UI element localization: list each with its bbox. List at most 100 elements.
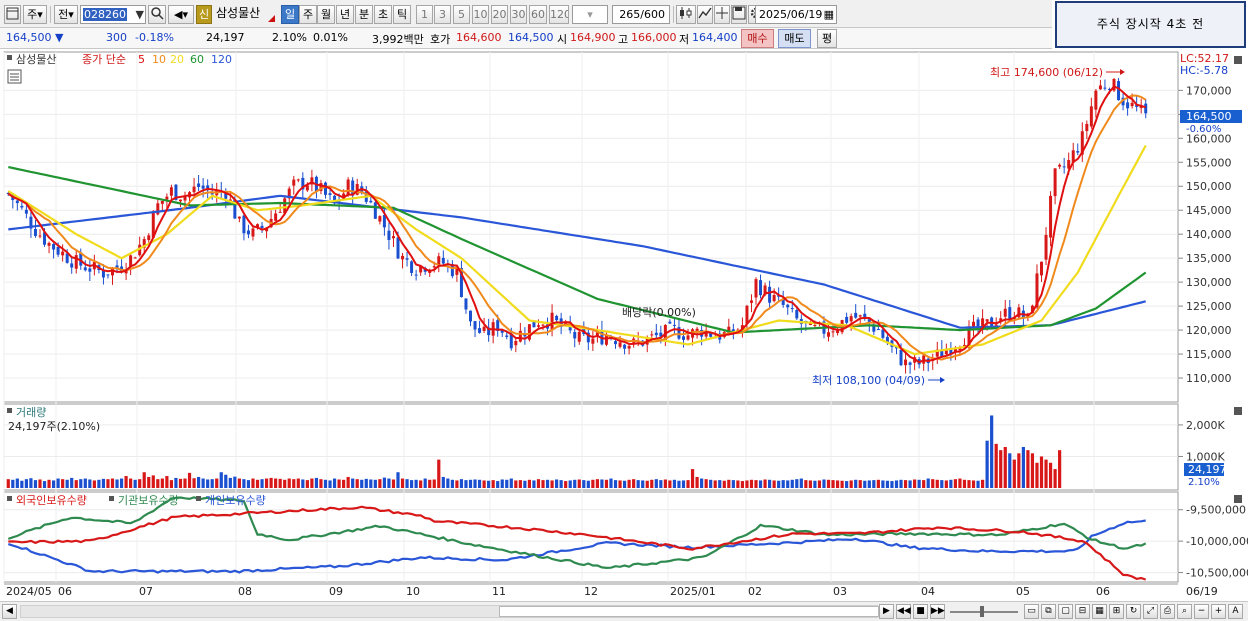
- close-panel-icon[interactable]: [1234, 56, 1242, 64]
- panel-handle-icon[interactable]: [7, 408, 12, 413]
- volume-bar: [949, 479, 953, 488]
- turnover-rate: 0.01%: [313, 31, 348, 44]
- panel-handle-icon[interactable]: [7, 55, 12, 60]
- volume-panel-subtitle: 24,197주(2.10%): [8, 420, 100, 433]
- chart-tool-icon[interactable]: [697, 5, 713, 24]
- x-tick-label: 11: [492, 585, 506, 598]
- count-input[interactable]: 265/600: [612, 5, 670, 24]
- copy-icon[interactable]: ⧉: [1041, 604, 1056, 619]
- date-input[interactable]: 2025/06/19 ▦: [755, 5, 837, 24]
- volume-bar: [482, 480, 486, 488]
- stock-chart[interactable]: 170,000165,000160,000155,000150,000145,0…: [0, 50, 1248, 601]
- interval-button-1[interactable]: 3: [434, 5, 451, 24]
- buy-button[interactable]: 매수: [741, 29, 774, 48]
- ma-legend-item[interactable]: 120: [211, 53, 232, 66]
- expand-icon[interactable]: ⤢: [1143, 604, 1158, 619]
- interval-button-4[interactable]: 20: [491, 5, 508, 24]
- interval-button-0[interactable]: 1: [416, 5, 433, 24]
- market-select[interactable]: 주▾: [23, 5, 47, 24]
- volume-bar: [700, 478, 704, 488]
- interval-button-6[interactable]: 60: [529, 5, 547, 24]
- volume-bar: [219, 472, 223, 488]
- period-tab-3[interactable]: 년: [336, 5, 354, 24]
- volume-bar: [872, 480, 876, 488]
- period-tab-1[interactable]: 주: [299, 5, 317, 24]
- scroll-left-icon[interactable]: ◀: [2, 604, 17, 619]
- chart-area[interactable]: 170,000165,000160,000155,000150,000145,0…: [0, 50, 1248, 601]
- font-size-icon[interactable]: A: [1228, 604, 1243, 619]
- dropdown-arrow-icon[interactable]: ▼: [136, 6, 144, 23]
- prev-select[interactable]: 전▾: [54, 5, 78, 24]
- holding-legend-item[interactable]: 외국인보유수량: [16, 494, 87, 507]
- zoom-search-icon[interactable]: ⌕: [1177, 604, 1192, 619]
- high-note-text: 최고 174,600 (06/12): [990, 66, 1103, 79]
- volume-bar: [500, 479, 504, 488]
- zoom-in-icon[interactable]: +: [1211, 604, 1226, 619]
- volume-bar: [953, 479, 958, 488]
- interval-button-3[interactable]: 10: [472, 5, 489, 24]
- zoom-slider-handle[interactable]: [980, 606, 984, 617]
- volume-bar: [459, 479, 464, 488]
- split-icon[interactable]: ⊟: [1075, 604, 1090, 619]
- volume-bar: [1035, 462, 1039, 488]
- interval-select[interactable]: ▾: [572, 5, 608, 24]
- save-icon[interactable]: [731, 5, 747, 24]
- zoom-slider[interactable]: [950, 606, 1018, 617]
- volume-bar: [559, 480, 563, 488]
- volume-bar: [405, 479, 409, 488]
- play-icon[interactable]: ▶▶: [930, 604, 945, 619]
- grid-icon[interactable]: ▦: [1092, 604, 1107, 619]
- calendar-icon[interactable]: ▦: [824, 6, 834, 23]
- holding-legend-item[interactable]: 기관보유수량: [118, 494, 179, 507]
- candle-type-icon[interactable]: [676, 5, 696, 24]
- scroll-thumb[interactable]: [499, 606, 879, 617]
- print-icon[interactable]: ⎙: [1160, 604, 1175, 619]
- period-tab-5[interactable]: 초: [374, 5, 392, 24]
- holding-y-tick: -10,500,000: [1186, 567, 1248, 580]
- window-icon[interactable]: ▢: [1058, 604, 1073, 619]
- volume-bar: [976, 480, 980, 488]
- interval-button-2[interactable]: 5: [453, 5, 470, 24]
- window-menu-icon[interactable]: [4, 5, 21, 24]
- trade-volume: 24,197: [206, 31, 245, 44]
- crosshair-icon[interactable]: [714, 5, 730, 24]
- ma-legend-item[interactable]: 10: [152, 53, 166, 66]
- period-tab-2[interactable]: 월: [317, 5, 335, 24]
- layout-icon[interactable]: ▭: [1024, 604, 1039, 619]
- volume-bar: [962, 479, 967, 488]
- sound-icon[interactable]: ◀▾: [168, 5, 194, 24]
- scroll-track[interactable]: [20, 605, 879, 618]
- scroll-right-icon[interactable]: ▶: [879, 604, 894, 619]
- period-tab-6[interactable]: 틱: [393, 5, 411, 24]
- ma-legend-item[interactable]: 5: [138, 53, 145, 66]
- bottom-scrollbar[interactable]: ◀ ▶ ◀◀ ■ ▶▶ ▭ ⧉ ▢ ⊟ ▦ ⊞ ↻ ⤢ ⎙ ⌕ − + A: [0, 601, 1248, 621]
- eval-button[interactable]: 평: [817, 29, 837, 48]
- interval-button-5[interactable]: 30: [510, 5, 527, 24]
- period-tab-0[interactable]: 일: [281, 5, 299, 24]
- rewind-icon[interactable]: ◀◀: [896, 604, 911, 619]
- stop-icon[interactable]: ■: [913, 604, 928, 619]
- stock-name[interactable]: 삼성물산: [213, 5, 277, 24]
- bid-price: 164,500: [508, 31, 554, 44]
- volume-bar: [677, 480, 681, 488]
- volume-bar: [890, 481, 894, 488]
- link-icon[interactable]: ⊞: [1109, 604, 1124, 619]
- holding-legend-item[interactable]: 개인보유수량: [205, 494, 266, 507]
- stock-code-input[interactable]: 028260 ▼: [80, 5, 146, 24]
- x-tick-label: 10: [406, 585, 420, 598]
- ma-legend-item[interactable]: 60: [190, 53, 204, 66]
- ma-legend-item[interactable]: 20: [170, 53, 184, 66]
- volume-bar: [681, 480, 686, 488]
- close-panel-icon[interactable]: [1234, 407, 1242, 415]
- search-icon[interactable]: [148, 5, 166, 24]
- interval-button-7[interactable]: 120: [549, 5, 569, 24]
- volume-bar: [622, 480, 627, 488]
- volume-bar: [722, 480, 726, 488]
- volume-bar: [1030, 453, 1035, 488]
- refresh-icon[interactable]: ↻: [1126, 604, 1141, 619]
- period-tab-4[interactable]: 분: [355, 5, 373, 24]
- volume-bar: [292, 479, 296, 488]
- close-panel-icon[interactable]: [1234, 495, 1242, 503]
- sell-button[interactable]: 매도: [778, 29, 811, 48]
- zoom-out-icon[interactable]: −: [1194, 604, 1209, 619]
